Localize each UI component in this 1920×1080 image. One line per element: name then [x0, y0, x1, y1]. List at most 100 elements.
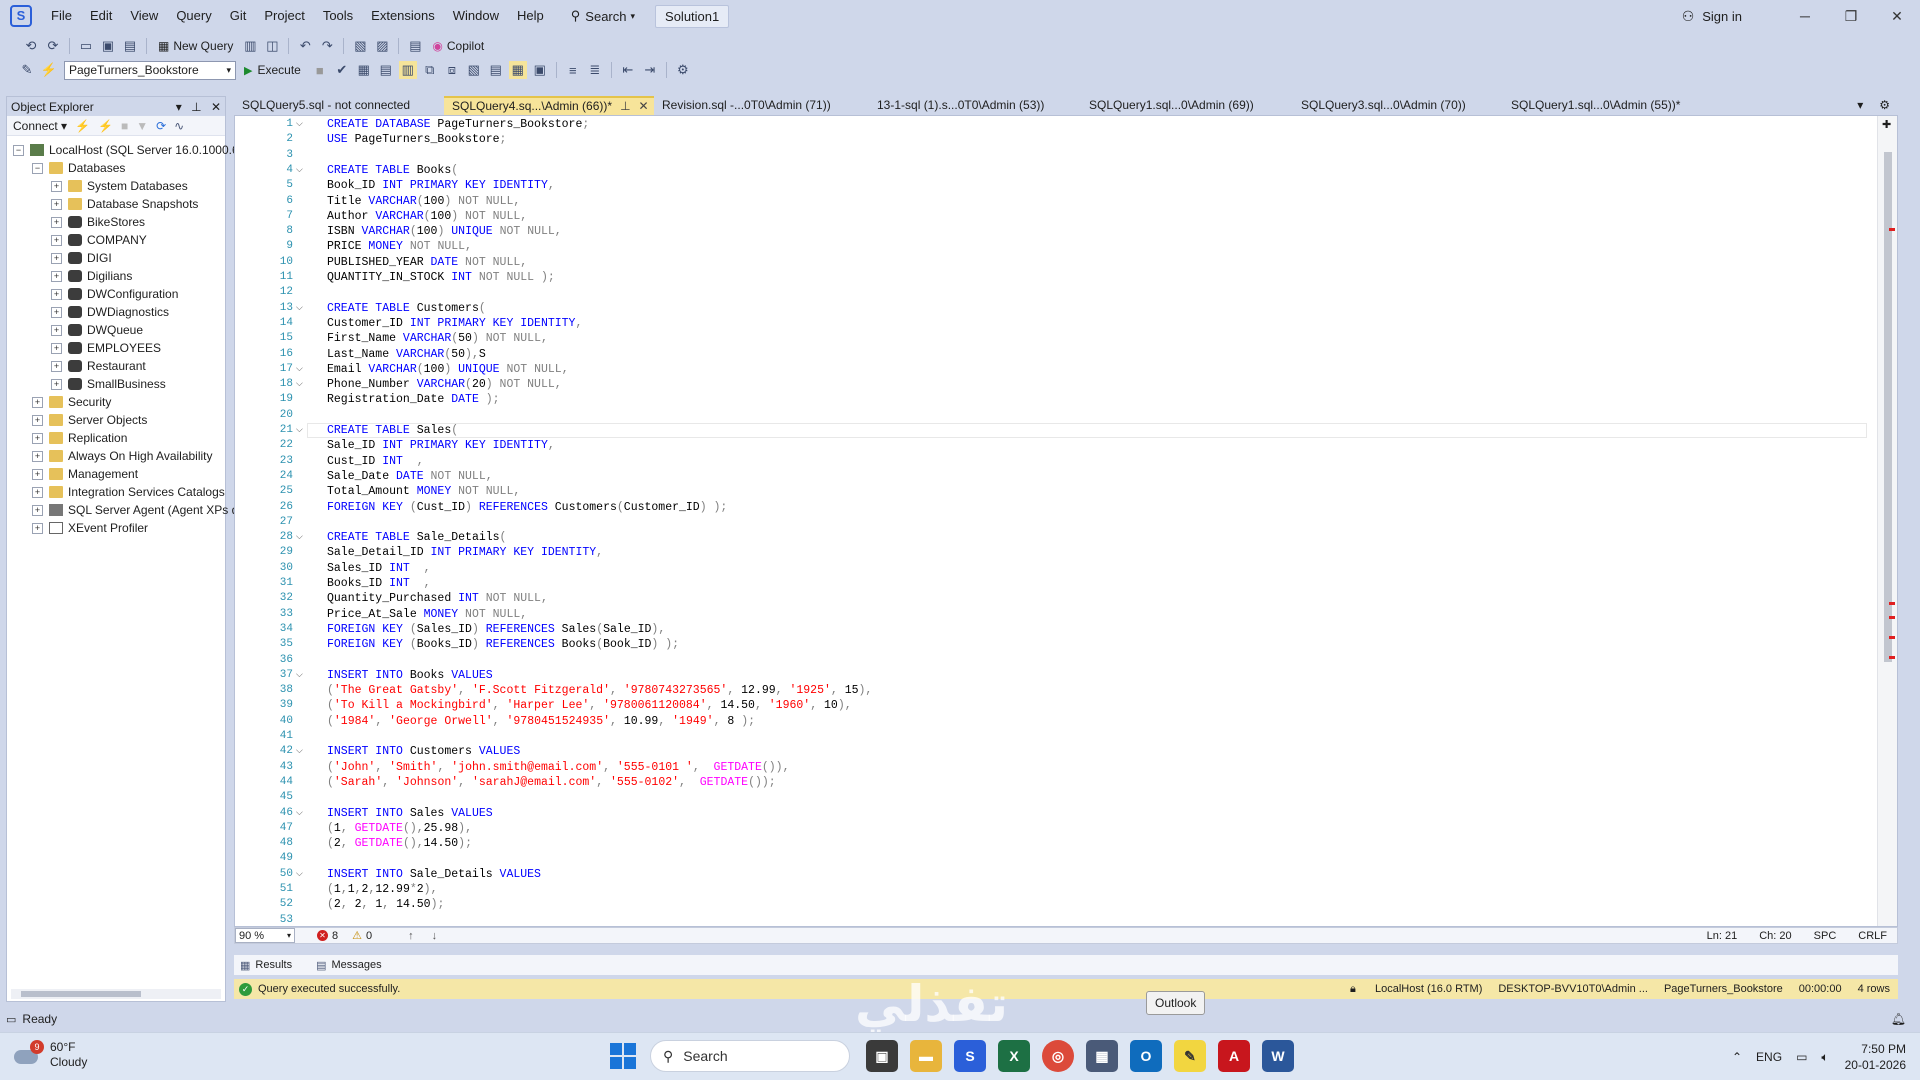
decrease-indent-icon[interactable]: ⇤ — [619, 61, 637, 79]
expand-icon[interactable]: + — [32, 504, 43, 516]
error-count[interactable]: ✕ 8 — [317, 930, 338, 942]
tab-overflow-icon[interactable]: ▾ — [1849, 96, 1871, 115]
copilot-button[interactable]: ◉ Copilot — [432, 39, 484, 53]
arrow-down-icon[interactable]: ↓ — [432, 930, 456, 942]
code-line[interactable]: INSERT INTO Sale_Details VALUES — [327, 868, 541, 883]
connect-plug-icon[interactable]: ⚡ — [75, 119, 90, 133]
code-line[interactable]: First_Name VARCHAR(50) NOT NULL, — [327, 332, 548, 347]
notification-bell-icon[interactable]: 🔔︎ — [1891, 1012, 1906, 1026]
code-line[interactable]: Sales_ID INT , — [327, 562, 431, 577]
fold-toggle-icon[interactable]: ⌵ — [296, 302, 303, 313]
scroll-thumb[interactable] — [21, 991, 141, 997]
comment-icon[interactable]: ≡ — [564, 61, 582, 79]
fold-toggle-icon[interactable]: ⌵ — [296, 164, 303, 175]
line-ending[interactable]: CRLF — [1858, 930, 1887, 942]
expand-icon[interactable]: + — [51, 216, 62, 228]
tree-database-node[interactable]: + Database Snapshots — [51, 195, 198, 213]
tree-server-object-node[interactable]: + Replication — [32, 429, 127, 447]
results-tab[interactable]: ▦ Results — [234, 959, 298, 972]
code-line[interactable]: Sale_Detail_ID INT PRIMARY KEY IDENTITY, — [327, 546, 603, 561]
code-line[interactable]: ('Sarah', 'Johnson', 'sarahJ@email.com',… — [327, 776, 776, 791]
query-editor[interactable]: 1 2 3 4 5 6 7 8 9 10 11 12 13 14 15 16 17 18 19 20 21 22 23 24 2… — [234, 115, 1898, 927]
tree-database-node[interactable]: + BikeStores — [51, 213, 145, 231]
properties-icon[interactable]: ▨ — [373, 37, 391, 55]
document-tab-active[interactable]: SQLQuery4.sq...\Admin (66))* ⊥ ✕ — [444, 96, 654, 115]
expand-icon[interactable]: + — [51, 360, 62, 372]
pin-icon[interactable]: ✎ — [18, 61, 36, 79]
code-line[interactable]: Book_ID INT PRIMARY KEY IDENTITY, — [327, 179, 555, 194]
expand-icon[interactable]: + — [51, 270, 62, 282]
code-line[interactable]: ('To Kill a Mockingbird', 'Harper Lee', … — [327, 699, 852, 714]
menu-help[interactable]: Help — [508, 0, 553, 32]
collapse-icon[interactable]: − — [32, 162, 43, 174]
code-line[interactable]: CREATE TABLE Books( — [327, 164, 458, 179]
expand-icon[interactable]: + — [51, 198, 62, 210]
tree-database-node[interactable]: + COMPANY — [51, 231, 147, 249]
language-indicator[interactable]: ENG — [1756, 1050, 1782, 1064]
code-line[interactable]: Last_Name VARCHAR(50),S — [327, 348, 486, 363]
expand-icon[interactable]: + — [51, 342, 62, 354]
code-line[interactable]: CREATE TABLE Customers( — [327, 302, 486, 317]
fold-toggle-icon[interactable]: ⌵ — [296, 807, 303, 818]
new-query-button[interactable]: ▦ New Query — [158, 39, 233, 53]
analysis-icon[interactable]: ◫ — [263, 37, 281, 55]
execute-button[interactable]: ▶ Execute — [244, 63, 301, 77]
excel-icon[interactable]: X — [998, 1040, 1030, 1072]
code-line[interactable]: INSERT INTO Books VALUES — [327, 669, 493, 684]
code-line[interactable]: ('The Great Gatsby', 'F.Scott Fitzgerald… — [327, 684, 872, 699]
document-tab[interactable]: SQLQuery1.sql...0\Admin (55))* — [1503, 96, 1713, 115]
database-selector[interactable]: PageTurners_Bookstore ▾ — [64, 60, 236, 80]
close-button[interactable]: ✕ — [1874, 0, 1920, 32]
taskbar-search[interactable]: ⚲ Search — [650, 1040, 850, 1072]
stop-icon[interactable]: ■ — [311, 61, 329, 79]
code-line[interactable]: CREATE TABLE Sales( — [327, 424, 458, 439]
collapse-icon[interactable]: − — [13, 144, 24, 156]
code-line[interactable]: (1, GETDATE(),25.98), — [327, 822, 472, 837]
tree-database-node[interactable]: + DWConfiguration — [51, 285, 178, 303]
volume-icon[interactable]: 🔈︎ — [1821, 1050, 1828, 1065]
tree-database-node[interactable]: + EMPLOYEES — [51, 339, 161, 357]
fold-toggle-icon[interactable]: ⌵ — [296, 118, 303, 129]
expand-icon[interactable]: + — [51, 306, 62, 318]
undo-icon[interactable]: ↶ — [296, 37, 314, 55]
code-line[interactable]: Title VARCHAR(100) NOT NULL, — [327, 195, 520, 210]
acrobat-icon[interactable]: A — [1218, 1040, 1250, 1072]
network-icon[interactable]: ▭ — [1796, 1050, 1807, 1064]
code-line[interactable]: PUBLISHED_YEAR DATE NOT NULL, — [327, 256, 527, 271]
open-file-icon[interactable]: ▭ — [77, 37, 95, 55]
code-line[interactable]: Registration_Date DATE ); — [327, 393, 500, 408]
connect-icon[interactable]: ⚡ — [40, 61, 58, 79]
document-tab[interactable]: SQLQuery1.sql...0\Admin (69)) — [1081, 96, 1293, 115]
include-plan-icon[interactable]: ⧉ — [421, 61, 439, 79]
intellisense-icon[interactable]: ▥ — [398, 61, 417, 79]
tree-server-object-node[interactable]: + Management — [32, 465, 138, 483]
word-icon[interactable]: W — [1262, 1040, 1294, 1072]
code-line[interactable]: QUANTITY_IN_STOCK INT NOT NULL ); — [327, 271, 555, 286]
expand-icon[interactable]: + — [32, 450, 43, 462]
document-tab[interactable]: SQLQuery3.sql...0\Admin (70)) — [1293, 96, 1503, 115]
code-line[interactable]: (1,1,2,12.99*2), — [327, 883, 437, 898]
code-line[interactable]: FOREIGN KEY (Sales_ID) REFERENCES Sales(… — [327, 623, 665, 638]
stop-icon[interactable]: ■ — [121, 119, 128, 133]
menu-query[interactable]: Query — [167, 0, 220, 32]
fold-toggle-icon[interactable]: ⌵ — [296, 424, 303, 435]
dropdown-icon[interactable]: ▾ — [176, 100, 182, 114]
expand-icon[interactable]: + — [32, 396, 43, 408]
activity-icon[interactable]: ∿ — [174, 119, 184, 133]
close-tab-icon[interactable]: ✕ — [639, 99, 649, 113]
tree-server-object-node[interactable]: + SQL Server Agent (Agent XPs d — [32, 501, 238, 519]
clock[interactable]: 7:50 PM 20-01-2026 — [1845, 1041, 1906, 1073]
tree-server-node[interactable]: − LocalHost (SQL Server 16.0.1000.6 — [13, 141, 239, 159]
menu-view[interactable]: View — [121, 0, 167, 32]
minimize-button[interactable]: ─ — [1782, 0, 1828, 32]
expand-icon[interactable]: + — [51, 288, 62, 300]
code-line[interactable]: Phone_Number VARCHAR(20) NOT NULL, — [327, 378, 562, 393]
menu-extensions[interactable]: Extensions — [362, 0, 444, 32]
fold-toggle-icon[interactable]: ⌵ — [296, 669, 303, 680]
arrow-up-icon[interactable]: ↑ — [408, 930, 432, 942]
warning-count[interactable]: ⚠ 0 — [352, 929, 372, 943]
expand-icon[interactable]: + — [51, 234, 62, 246]
redo-icon[interactable]: ↷ — [318, 37, 336, 55]
back-icon[interactable]: ⟲ — [22, 37, 40, 55]
calculator-icon[interactable]: ▦ — [1086, 1040, 1118, 1072]
